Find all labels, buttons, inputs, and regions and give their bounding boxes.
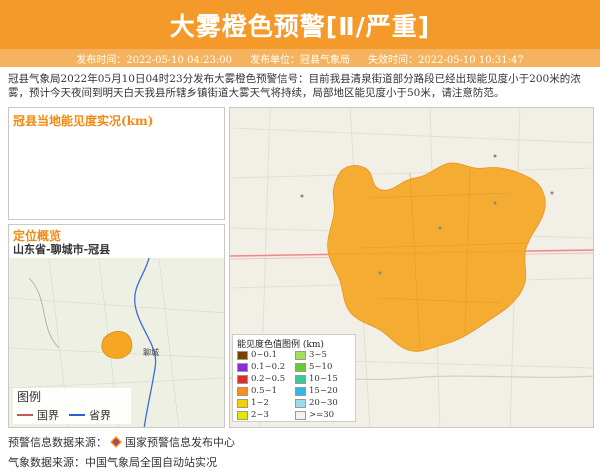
weather-source: 气象数据来源：中国气象局全国自动站实况 xyxy=(8,456,217,469)
national-border-swatch xyxy=(17,414,33,416)
legend-item: 0.1~0.2 xyxy=(237,362,285,372)
legend-item: 10~15 xyxy=(295,374,338,384)
publish-time: 发布时间：2022-05-10 04:23:00 xyxy=(76,54,232,66)
location-subtitle: 山东省-聊城市-冠县 xyxy=(13,243,111,256)
warning-center-logo-icon xyxy=(110,436,122,448)
legend-item: 3~5 xyxy=(295,350,327,360)
legend-national-border: 国界 xyxy=(37,409,59,422)
legend-swatch xyxy=(295,362,306,372)
legend-swatch xyxy=(237,410,248,420)
warning-source-link[interactable]: 国家预警信息发布中心 xyxy=(125,434,235,450)
legend-label: 3~5 xyxy=(309,350,327,360)
warning-banner: 大雾橙色预警[Ⅱ/严重] xyxy=(0,0,600,49)
legend-item: 15~20 xyxy=(295,386,338,396)
legend-label: 0~0.1 xyxy=(251,350,278,360)
warning-meta-bar: 发布时间：2022-05-10 04:23:00 发布单位：冠县气象局 失效时间… xyxy=(0,49,600,67)
visibility-panel: 冠县当地能见度实况(km) xyxy=(8,107,225,220)
legend-province-border: 省界 xyxy=(89,409,111,422)
warning-description: 冠县气象局2022年05月10日04时23分发布大雾橙色预警信号：目前我县清泉街… xyxy=(8,73,581,99)
legend-item: 20~30 xyxy=(295,398,338,408)
warning-source-line: 预警信息数据来源： 国家预警信息发布中心 xyxy=(8,434,235,450)
legend-label: 0.1~0.2 xyxy=(251,362,286,372)
city-label-liaocheng: 聊城 xyxy=(143,348,159,357)
legend-swatch xyxy=(237,386,248,396)
legend-item: 5~10 xyxy=(295,362,332,372)
legend-swatch xyxy=(237,350,248,360)
legend-item: 0.2~0.5 xyxy=(237,374,285,384)
legend-item: >=30 xyxy=(295,410,334,420)
legend-label: 20~30 xyxy=(309,398,338,408)
visibility-panel-title: 冠县当地能见度实况(km) xyxy=(13,114,154,128)
weather-source-line: 气象数据来源：中国气象局全国自动站实况 xyxy=(8,454,217,470)
legend-swatch xyxy=(237,374,248,384)
overview-legend-title: 图例 xyxy=(17,390,42,404)
visibility-color-legend: 能见度色值图例 (km) 0~0.1 3~5 0.1~0.2 5~10 0.2~0.5 1… xyxy=(232,334,356,422)
legend-item: 1~2 xyxy=(237,398,269,408)
warning-title: 大雾橙色预警[Ⅱ/严重] xyxy=(169,11,431,41)
legend-swatch xyxy=(295,374,306,384)
legend-label: >=30 xyxy=(309,410,335,420)
legend-label: 10~15 xyxy=(309,374,338,384)
expire-time: 失效时间：2022-05-10 10:31:47 xyxy=(368,54,524,66)
legend-label: 0.5~1 xyxy=(251,386,278,396)
province-border-swatch xyxy=(69,414,85,416)
guanxian-marker xyxy=(101,331,133,359)
overview-legend: 图例 国界 省界 xyxy=(13,388,131,424)
legend-swatch xyxy=(295,398,306,408)
legend-label: 15~20 xyxy=(309,386,338,396)
legend-swatch xyxy=(295,386,306,396)
legend-label: 0.2~0.5 xyxy=(251,374,286,384)
legend-swatch xyxy=(295,350,306,360)
legend-title: 能见度色值图例 (km) xyxy=(237,340,324,350)
legend-item: 0.5~1 xyxy=(237,386,277,396)
legend-label: 2~3 xyxy=(251,410,269,420)
legend-item: 0~0.1 xyxy=(237,350,277,360)
publisher: 发布单位：冠县气象局 xyxy=(250,54,350,66)
legend-swatch xyxy=(295,410,306,420)
legend-label: 5~10 xyxy=(309,362,333,372)
legend-label: 1~2 xyxy=(251,398,269,408)
legend-swatch xyxy=(237,398,248,408)
warning-source-label: 预警信息数据来源： xyxy=(8,436,107,449)
legend-item: 2~3 xyxy=(237,410,269,420)
legend-swatch xyxy=(237,362,248,372)
